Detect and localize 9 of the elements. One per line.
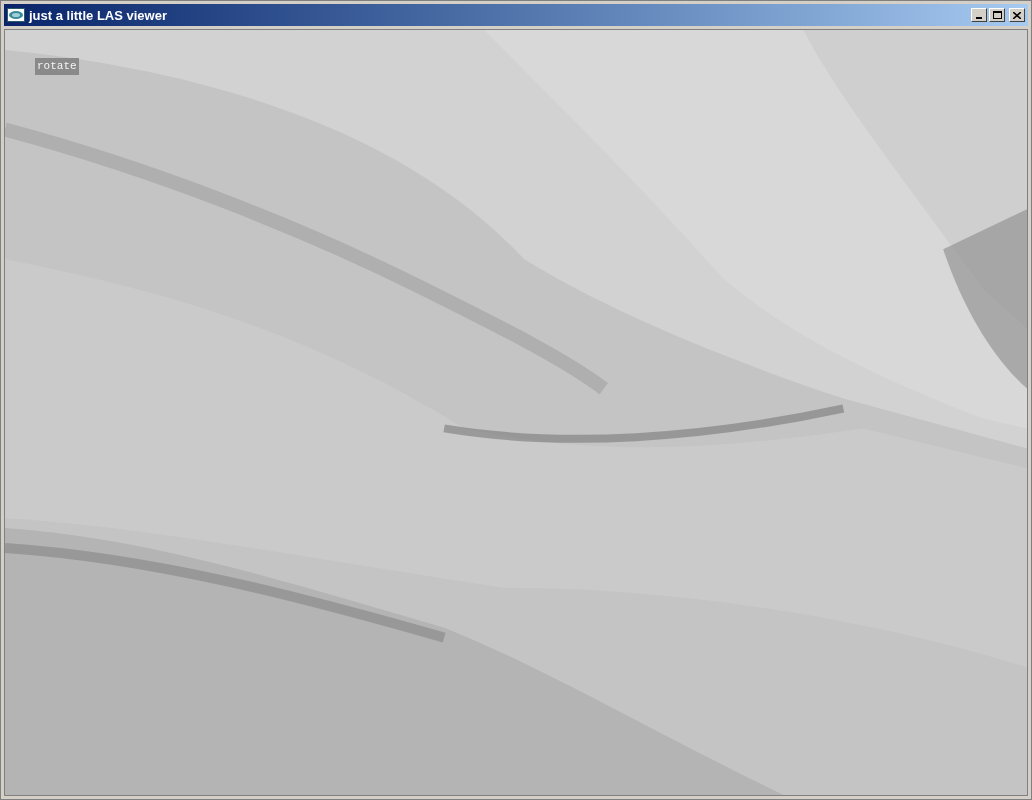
close-icon	[1013, 11, 1021, 19]
window-title: just a little LAS viewer	[29, 8, 167, 22]
app-icon	[7, 8, 25, 22]
close-button[interactable]	[1009, 8, 1025, 22]
mode-label: rotate	[35, 58, 79, 75]
minimize-icon	[976, 17, 982, 19]
minimize-button[interactable]	[971, 8, 987, 22]
maximize-icon	[992, 11, 1002, 19]
maximize-button[interactable]	[989, 8, 1005, 22]
